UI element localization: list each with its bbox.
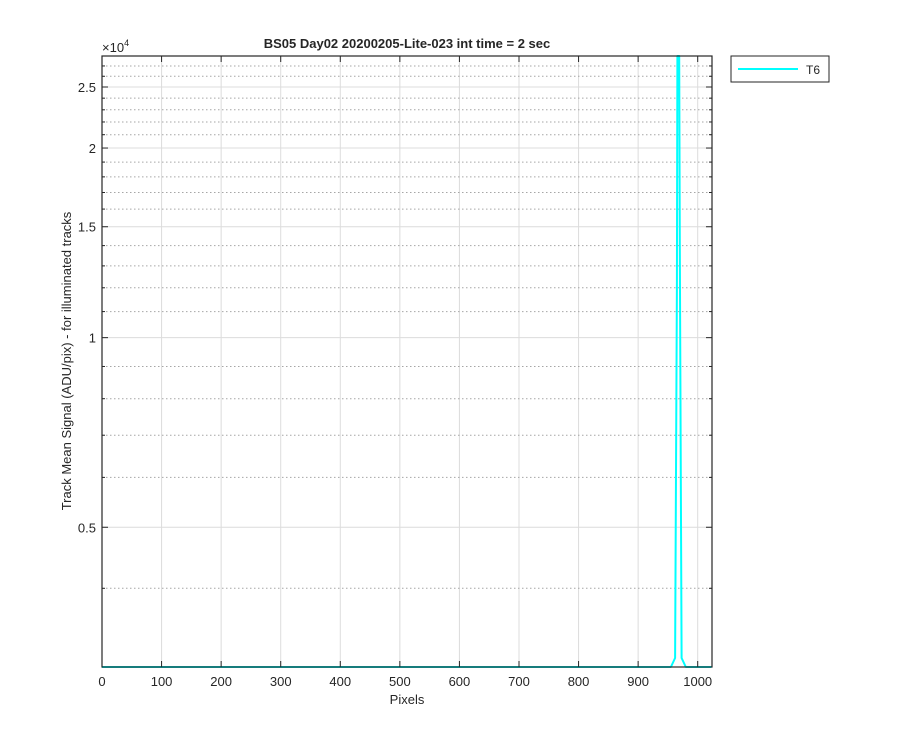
x-tick-label: 600	[449, 674, 471, 689]
chart-title: BS05 Day02 20200205-Lite-023 int time = …	[264, 36, 551, 51]
x-axis-label: Pixels	[390, 692, 425, 707]
x-tick-label: 100	[151, 674, 173, 689]
x-tick-label: 200	[210, 674, 232, 689]
y-axis-label: Track Mean Signal (ADU/pix) - for illumi…	[59, 211, 74, 510]
x-tick-label: 800	[568, 674, 590, 689]
y-tick-label: 1.5	[78, 220, 96, 235]
x-tick-label: 400	[329, 674, 351, 689]
legend-label-t6: T6	[806, 63, 820, 77]
x-tick-label: 500	[389, 674, 411, 689]
x-tick-label: 1000	[683, 674, 712, 689]
y-axis-exponent: ×104	[102, 38, 129, 55]
x-tick-label: 0	[98, 674, 105, 689]
y-tick-label: 2	[89, 141, 96, 156]
y-tick-label: 0.5	[78, 520, 96, 535]
figure: 0 100 200 300 400 500 600 700 800 900 1000 0.5 1 1.5 2…	[59, 36, 830, 707]
x-tick-label: 300	[270, 674, 292, 689]
y-tick-label: 1	[89, 331, 96, 346]
legend[interactable]: T6	[730, 55, 830, 83]
y-tick-label: 2.5	[78, 80, 96, 95]
x-tick-label: 900	[627, 674, 649, 689]
x-tick-label: 700	[508, 674, 530, 689]
